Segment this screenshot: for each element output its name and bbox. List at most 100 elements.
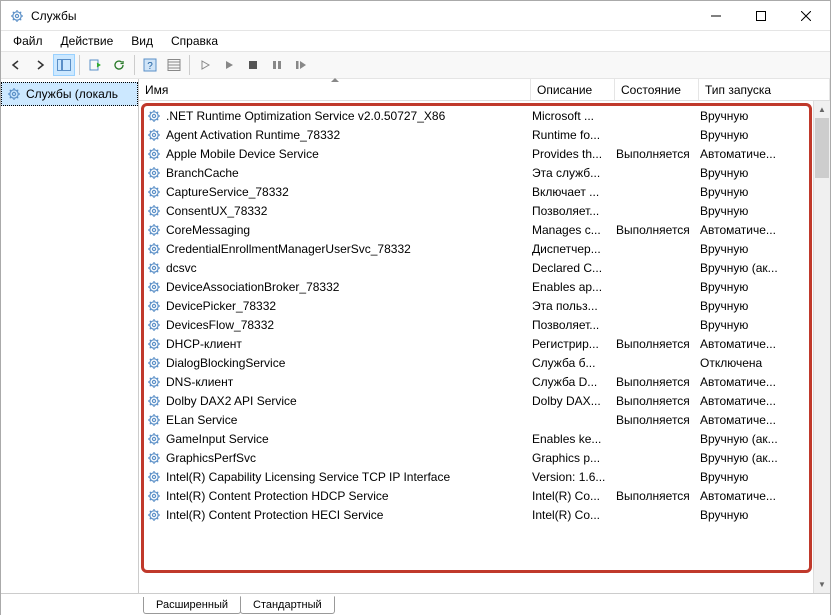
column-header-name[interactable]: Имя xyxy=(139,79,531,100)
service-name: dcsvc xyxy=(166,261,532,275)
menu-action[interactable]: Действие xyxy=(53,32,122,50)
close-button[interactable] xyxy=(783,2,828,30)
titlebar: Службы xyxy=(1,1,830,31)
column-header-startup[interactable]: Тип запуска xyxy=(699,79,830,100)
gear-icon xyxy=(6,86,22,102)
help-button[interactable]: ? xyxy=(139,54,161,76)
toolbar-separator xyxy=(189,55,190,75)
tree-root-services[interactable]: Службы (локаль xyxy=(1,82,138,106)
service-name: Dolby DAX2 API Service xyxy=(166,394,532,408)
scroll-down-arrow-icon[interactable]: ▼ xyxy=(814,576,830,593)
service-row[interactable]: GraphicsPerfSvcGraphics p...Вручную (ак.… xyxy=(144,448,809,467)
service-name: DialogBlockingService xyxy=(166,356,532,370)
refresh-button[interactable] xyxy=(108,54,130,76)
service-row[interactable]: ConsentUX_78332Позволяет...Вручную xyxy=(144,201,809,220)
service-row[interactable]: Intel(R) Content Protection HDCP Service… xyxy=(144,486,809,505)
service-row[interactable]: DHCP-клиентРегистрир...ВыполняетсяАвтома… xyxy=(144,334,809,353)
view-tabs: Расширенный Стандартный xyxy=(1,593,830,615)
menu-view[interactable]: Вид xyxy=(123,32,161,50)
service-name: Agent Activation Runtime_78332 xyxy=(166,128,532,142)
service-row[interactable]: CoreMessagingManages c...ВыполняетсяАвто… xyxy=(144,220,809,239)
service-name: CredentialEnrollmentManagerUserSvc_78332 xyxy=(166,242,532,256)
service-startup: Отключена xyxy=(700,356,809,370)
service-description: Диспетчер... xyxy=(532,242,616,256)
list-header: Имя Описание Состояние Тип запуска xyxy=(139,79,830,101)
services-list[interactable]: .NET Runtime Optimization Service v2.0.5… xyxy=(141,103,812,573)
service-description: Intel(R) Co... xyxy=(532,489,616,503)
service-row[interactable]: CaptureService_78332Включает ...Вручную xyxy=(144,182,809,201)
gear-icon xyxy=(146,165,162,181)
service-description: Позволяет... xyxy=(532,204,616,218)
service-name: DevicesFlow_78332 xyxy=(166,318,532,332)
service-state: Выполняется xyxy=(616,413,700,427)
start-service-solid-button[interactable] xyxy=(218,54,240,76)
back-button[interactable] xyxy=(5,54,27,76)
gear-icon xyxy=(146,488,162,504)
service-startup: Автоматиче... xyxy=(700,147,809,161)
scroll-up-arrow-icon[interactable]: ▲ xyxy=(814,101,830,118)
service-name: DNS-клиент xyxy=(166,375,532,389)
menu-file[interactable]: Файл xyxy=(5,32,51,50)
service-name: CaptureService_78332 xyxy=(166,185,532,199)
service-row[interactable]: ELan ServiceВыполняетсяАвтоматиче... xyxy=(144,410,809,429)
service-name: GameInput Service xyxy=(166,432,532,446)
service-row[interactable]: GameInput ServiceEnables ke...Вручную (а… xyxy=(144,429,809,448)
start-service-button[interactable] xyxy=(194,54,216,76)
service-row[interactable]: DeviceAssociationBroker_78332Enables ap.… xyxy=(144,277,809,296)
tab-standard[interactable]: Стандартный xyxy=(240,596,335,614)
service-row[interactable]: DevicePicker_78332Эта польз...Вручную xyxy=(144,296,809,315)
window-title: Службы xyxy=(31,9,693,23)
svg-text:?: ? xyxy=(147,61,153,72)
service-description: Dolby DAX... xyxy=(532,394,616,408)
service-row[interactable]: Agent Activation Runtime_78332Runtime fo… xyxy=(144,125,809,144)
service-startup: Вручную xyxy=(700,508,809,522)
maximize-button[interactable] xyxy=(738,2,783,30)
service-description: Эта служб... xyxy=(532,166,616,180)
tree-pane: Службы (локаль xyxy=(1,79,139,593)
service-row[interactable]: dcsvcDeclared C...Вручную (ак... xyxy=(144,258,809,277)
stop-service-button[interactable] xyxy=(242,54,264,76)
gear-icon xyxy=(146,469,162,485)
service-state: Выполняется xyxy=(616,147,700,161)
service-row[interactable]: CredentialEnrollmentManagerUserSvc_78332… xyxy=(144,239,809,258)
service-name: DevicePicker_78332 xyxy=(166,299,532,313)
gear-icon xyxy=(146,279,162,295)
menu-help[interactable]: Справка xyxy=(163,32,226,50)
forward-button[interactable] xyxy=(29,54,51,76)
service-state: Выполняется xyxy=(616,223,700,237)
service-startup: Вручную xyxy=(700,242,809,256)
service-startup: Автоматиче... xyxy=(700,337,809,351)
tab-extended[interactable]: Расширенный xyxy=(143,597,241,614)
restart-service-button[interactable] xyxy=(290,54,312,76)
service-row[interactable]: .NET Runtime Optimization Service v2.0.5… xyxy=(144,106,809,125)
service-row[interactable]: Intel(R) Capability Licensing Service TC… xyxy=(144,467,809,486)
service-row[interactable]: BranchCacheЭта служб...Вручную xyxy=(144,163,809,182)
service-row[interactable]: DialogBlockingServiceСлужба б...Отключен… xyxy=(144,353,809,372)
pause-service-button[interactable] xyxy=(266,54,288,76)
column-header-state[interactable]: Состояние xyxy=(615,79,699,100)
service-startup: Вручную xyxy=(700,166,809,180)
service-row[interactable]: Intel(R) Content Protection HECI Service… xyxy=(144,505,809,524)
minimize-button[interactable] xyxy=(693,2,738,30)
service-row[interactable]: Apple Mobile Device ServiceProvides th..… xyxy=(144,144,809,163)
gear-icon xyxy=(146,298,162,314)
vertical-scrollbar[interactable]: ▲ ▼ xyxy=(813,101,830,593)
service-startup: Автоматиче... xyxy=(700,394,809,408)
service-row[interactable]: DevicesFlow_78332Позволяет...Вручную xyxy=(144,315,809,334)
gear-icon xyxy=(146,222,162,238)
service-row[interactable]: DNS-клиентСлужба D...ВыполняетсяАвтомати… xyxy=(144,372,809,391)
column-header-description[interactable]: Описание xyxy=(531,79,615,100)
service-description: Runtime fo... xyxy=(532,128,616,142)
service-startup: Вручную xyxy=(700,109,809,123)
service-startup: Вручную xyxy=(700,470,809,484)
scroll-thumb[interactable] xyxy=(815,118,829,178)
properties-button[interactable] xyxy=(163,54,185,76)
service-name: ConsentUX_78332 xyxy=(166,204,532,218)
export-button[interactable] xyxy=(84,54,106,76)
gear-icon xyxy=(146,184,162,200)
service-row[interactable]: Dolby DAX2 API ServiceDolby DAX...Выполн… xyxy=(144,391,809,410)
service-startup: Вручную xyxy=(700,280,809,294)
show-hide-tree-button[interactable] xyxy=(53,54,75,76)
service-name: .NET Runtime Optimization Service v2.0.5… xyxy=(166,109,532,123)
service-name: Apple Mobile Device Service xyxy=(166,147,532,161)
